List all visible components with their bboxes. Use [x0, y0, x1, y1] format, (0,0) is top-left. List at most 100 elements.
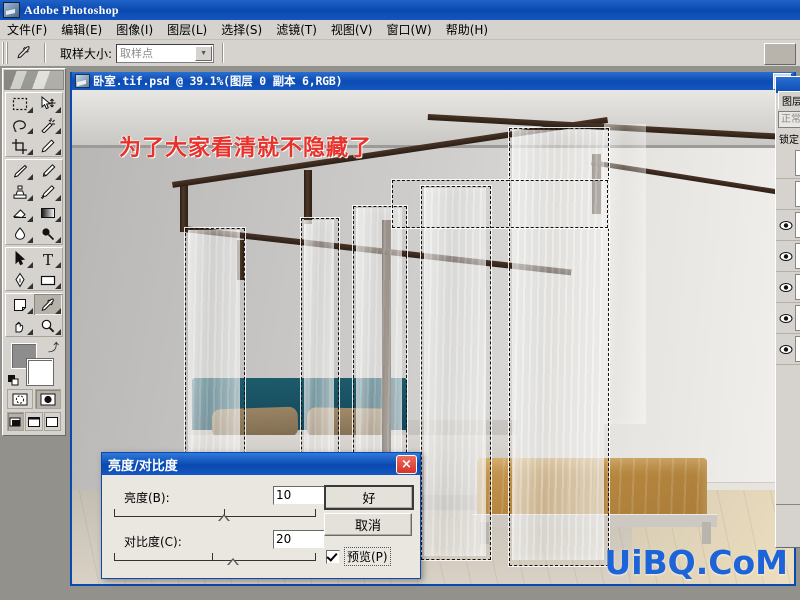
background-color-swatch[interactable]: [26, 358, 54, 386]
contrast-slider-track: [114, 553, 316, 561]
crop-tool[interactable]: [6, 135, 34, 156]
blur-tool[interactable]: [6, 223, 34, 244]
path-selection-tool[interactable]: [6, 248, 34, 269]
options-bar-grip[interactable]: [2, 42, 8, 64]
toolbox-header[interactable]: [4, 70, 64, 90]
menu-item-edit[interactable]: 编辑(E): [54, 19, 109, 40]
eyedropper-tool[interactable]: [34, 294, 62, 315]
preview-checkbox-wrap[interactable]: 预览(P): [326, 547, 391, 566]
close-icon[interactable]: ×: [396, 454, 417, 474]
curtain-far-right: [604, 124, 646, 424]
menu-item-view[interactable]: 视图(V): [324, 19, 380, 40]
layer-thumbnail: [795, 305, 800, 331]
tool-group-selection: [5, 92, 63, 157]
menu-item-image[interactable]: 图像(I): [109, 19, 160, 40]
history-brush-tool[interactable]: [34, 181, 62, 202]
dialog-body: 亮度(B): 10 对比度(C): 20 好 取消 预览(P): [102, 475, 420, 578]
sample-size-select[interactable]: 取样点 ▼: [116, 43, 215, 63]
type-tool[interactable]: T: [34, 248, 62, 269]
canopy-post-mid: [304, 170, 312, 224]
blend-mode-select[interactable]: 正常: [778, 111, 800, 128]
zoom-tool[interactable]: [34, 315, 62, 336]
brightness-input[interactable]: 10: [273, 486, 325, 505]
tool-group-retouch: [5, 159, 63, 245]
photoshop-window: Adobe Photoshop 文件(F) 编辑(E) 图像(I) 图层(L) …: [0, 0, 800, 600]
document-titlebar[interactable]: 卧室.tif.psd @ 39.1%(图层 0 副本 6,RGB): [72, 72, 794, 90]
standard-screen-mode-button[interactable]: [7, 412, 25, 431]
eye-icon[interactable]: [778, 281, 793, 294]
photoshop-icon: [3, 2, 20, 18]
layer-thumbnail: [795, 212, 800, 238]
eye-icon[interactable]: [778, 188, 793, 201]
eye-icon[interactable]: [778, 250, 793, 263]
color-swatches: ⤴: [8, 339, 59, 386]
layer-thumbnail: [795, 181, 800, 207]
menu-item-select[interactable]: 选择(S): [214, 19, 269, 40]
palette-well[interactable]: [764, 43, 796, 65]
contrast-slider-thumb[interactable]: [227, 558, 239, 565]
layer-row[interactable]: [776, 210, 800, 241]
quick-mask-mode-button[interactable]: [35, 389, 61, 409]
contrast-slider[interactable]: [114, 553, 316, 565]
eyedropper-icon: [12, 42, 36, 64]
screen-mode-row: [7, 412, 61, 431]
tool-group-misc: [5, 293, 63, 337]
layers-palette-footer[interactable]: [776, 504, 800, 547]
layer-row[interactable]: [776, 148, 800, 179]
menu-item-window[interactable]: 窗口(W): [379, 19, 438, 40]
rectangular-marquee-tool[interactable]: [6, 93, 34, 114]
menu-item-layer[interactable]: 图层(L): [160, 19, 214, 40]
contrast-input[interactable]: 20: [273, 530, 325, 549]
menu-item-filter[interactable]: 滤镜(T): [269, 19, 324, 40]
tool-group-vector: T: [5, 247, 63, 291]
healing-brush-tool[interactable]: [6, 160, 34, 181]
menu-item-help[interactable]: 帮助(H): [439, 19, 495, 40]
eye-icon[interactable]: [778, 219, 793, 232]
slice-tool[interactable]: [34, 135, 62, 156]
svg-text:T: T: [43, 251, 53, 267]
layer-row[interactable]: [776, 303, 800, 334]
selection-marquee-canopy-top: [392, 180, 608, 228]
tab-layers[interactable]: 图层: [778, 91, 800, 109]
gradient-tool[interactable]: [34, 202, 62, 223]
dodge-tool[interactable]: [34, 223, 62, 244]
layer-thumbnail: [795, 336, 800, 362]
layer-row[interactable]: [776, 241, 800, 272]
lasso-tool[interactable]: [6, 114, 34, 135]
brightness-contrast-dialog: 亮度/对比度 × 亮度(B): 10 对比度(C): 20 好 取消 预览(P): [101, 452, 421, 579]
preview-checkbox[interactable]: [326, 549, 340, 564]
rectangle-tool[interactable]: [34, 269, 62, 290]
ok-button[interactable]: 好: [324, 485, 414, 510]
menu-bar: 文件(F) 编辑(E) 图像(I) 图层(L) 选择(S) 滤镜(T) 视图(V…: [0, 20, 800, 40]
sample-size-value: 取样点: [120, 47, 154, 60]
bed-leg-right: [702, 522, 711, 544]
brightness-slider-thumb[interactable]: [218, 514, 230, 521]
swap-colors-icon[interactable]: ⤴: [48, 339, 59, 355]
pen-tool[interactable]: [6, 269, 34, 290]
eye-icon[interactable]: [778, 343, 793, 356]
brightness-slider[interactable]: [114, 509, 316, 521]
magic-wand-tool[interactable]: [34, 114, 62, 135]
eye-icon[interactable]: [778, 312, 793, 325]
layer-row[interactable]: [776, 272, 800, 303]
standard-mask-mode-button[interactable]: [7, 389, 33, 409]
full-screen-mode-button[interactable]: [43, 412, 61, 431]
eraser-tool[interactable]: [6, 202, 34, 223]
full-screen-with-menu-button[interactable]: [25, 412, 43, 431]
layer-thumbnail: [795, 243, 800, 269]
default-colors-icon[interactable]: [8, 375, 19, 386]
brightness-label: 亮度(B):: [124, 491, 170, 505]
dialog-titlebar[interactable]: 亮度/对比度 ×: [102, 453, 420, 475]
chevron-down-icon[interactable]: ▼: [195, 45, 213, 61]
hand-tool[interactable]: [6, 315, 34, 336]
options-separator-2: [222, 43, 225, 63]
brush-tool[interactable]: [34, 160, 62, 181]
move-tool[interactable]: [34, 93, 62, 114]
cancel-button[interactable]: 取消: [324, 513, 412, 536]
layer-row[interactable]: [776, 179, 800, 210]
menu-item-file[interactable]: 文件(F): [0, 19, 54, 40]
layer-row[interactable]: [776, 334, 800, 365]
eye-icon[interactable]: [778, 157, 793, 170]
clone-stamp-tool[interactable]: [6, 181, 34, 202]
notes-tool[interactable]: [6, 294, 34, 315]
